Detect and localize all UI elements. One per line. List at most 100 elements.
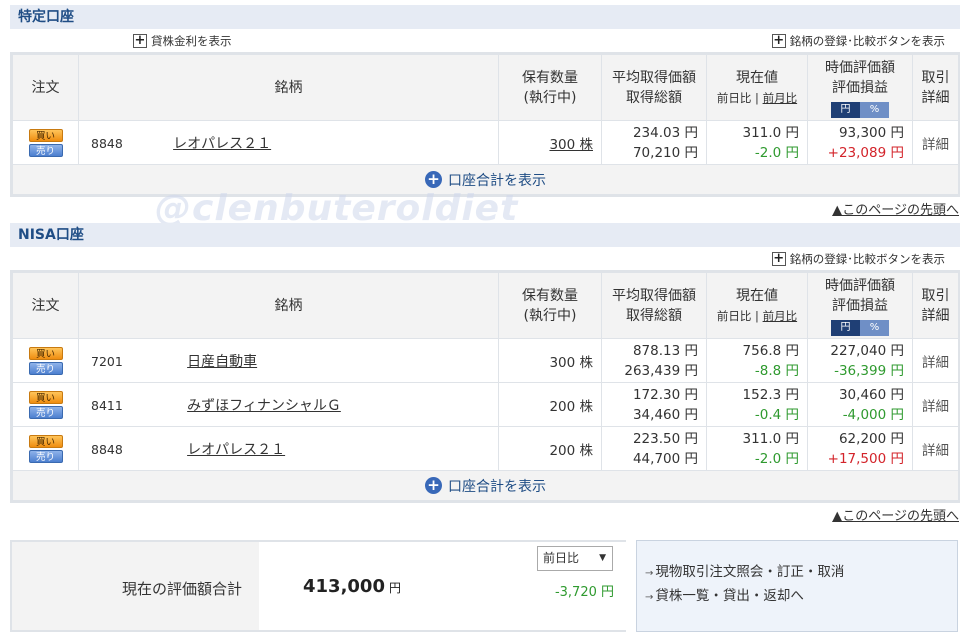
page-top-link[interactable]: ▲このページの先頭へ (832, 199, 959, 218)
show-account-total-button[interactable]: + 口座合計を表示 (425, 170, 546, 190)
sort-day-change[interactable]: 前日比 (717, 91, 752, 105)
nisa-section-title: NISA口座 (10, 223, 960, 247)
arrow-right-icon: → (645, 568, 654, 579)
stock-name-link[interactable]: レオパレス２１ (187, 442, 285, 458)
order-cell: 買い 売り (12, 426, 79, 471)
current-price-cell: 756.8 円 -8.8 円 (706, 338, 808, 383)
sort-day-change[interactable]: 前日比 (717, 309, 752, 323)
header-qty: 保有数量 (執行中) (498, 272, 602, 339)
sort-month-change[interactable]: 前月比 (763, 91, 798, 105)
show-lending-rate-label: 貸株金利を表示 (151, 34, 232, 48)
current-price-cell: 152.3 円 -0.4 円 (706, 382, 808, 427)
qty-cell: 200 株 (498, 382, 602, 427)
tokutei-holdings-table: 注文 銘柄 保有数量 (執行中) 平均取得価額 取得総額 現在値 前日比 | 前月比… (10, 52, 960, 197)
valuation-cell: 30,460 円 -4,000 円 (807, 382, 913, 427)
header-avg-price: 平均取得価額 取得総額 (601, 54, 707, 121)
header-detail: 取引 詳細 (912, 54, 959, 121)
toggle-yen[interactable]: 円 (831, 319, 860, 336)
total-change: -3,720 円 (554, 585, 614, 600)
table-header-row: 注文 銘柄 保有数量 (執行中) 平均取得価額 取得総額 現在値 前日比 | 前月比… (12, 54, 959, 121)
current-price-cell: 311.0 円 -2.0 円 (706, 426, 808, 471)
stock-name-link[interactable]: みずほフィナンシャルＧ (187, 398, 341, 414)
toggle-percent[interactable]: % (860, 101, 889, 118)
sell-button[interactable]: 売り (28, 405, 63, 419)
detail-link[interactable]: 詳細 (912, 426, 959, 471)
stock-cell: 8411 みずほフィナンシャルＧ (78, 382, 499, 427)
buy-button[interactable]: 買い (28, 434, 63, 448)
order-inquiry-link[interactable]: → 現物取引注文照会・訂正・取消 (645, 561, 957, 585)
order-cell: 買い 売り (12, 338, 79, 383)
valuation-cell: 62,200 円 +17,500 円 (807, 426, 913, 471)
current-price-cell: 311.0 円 -2.0 円 (706, 120, 808, 165)
stock-name-link[interactable]: 日産自動車 (187, 354, 257, 370)
total-valuation: 413,000 円 (303, 576, 401, 597)
plus-icon: + (771, 33, 786, 48)
header-valuation: 時価評価額 評価損益 円% (807, 54, 913, 121)
valuation-summary: 現在の評価額合計 413,000 円 前日比 ▼ -3,720 円 (10, 540, 626, 632)
qty-cell: 300 株 (498, 338, 602, 383)
buy-button[interactable]: 買い (28, 128, 63, 142)
header-avg-price: 平均取得価額 取得総額 (601, 272, 707, 339)
show-account-total-button[interactable]: + 口座合計を表示 (425, 476, 546, 496)
header-detail: 取引 詳細 (912, 272, 959, 339)
lending-list-link[interactable]: → 貸株一覧・貸出・返却へ (645, 585, 957, 609)
buy-button[interactable]: 買い (28, 346, 63, 360)
yen-percent-toggle[interactable]: 円% (831, 101, 889, 118)
comparison-select[interactable]: 前日比 ▼ (537, 546, 613, 571)
toggle-percent[interactable]: % (860, 319, 889, 336)
sell-button[interactable]: 売り (28, 361, 63, 375)
arrow-right-icon: → (645, 592, 654, 603)
summary-label: 現在の評価額合計 (122, 580, 243, 598)
valuation-cell: 93,300 円 +23,089 円 (807, 120, 913, 165)
header-order: 注文 (12, 54, 79, 121)
nisa-register-compare-link[interactable]: + 銘柄の登録･比較ボタンを表示 (771, 251, 945, 267)
qty-cell: 300 株 (498, 120, 602, 165)
detail-link[interactable]: 詳細 (912, 382, 959, 427)
header-current-price: 現在値 前日比 | 前月比 (706, 54, 808, 121)
detail-link[interactable]: 詳細 (912, 338, 959, 383)
show-lending-rate-link[interactable]: + 貸株金利を表示 (133, 33, 232, 49)
table-row: 買い 売り 8848 レオパレス２１ 300 株 234.03 円 70,210 … (12, 120, 959, 165)
qty-cell: 200 株 (498, 426, 602, 471)
stock-cell: 7201 日産自動車 (78, 338, 499, 383)
avg-price-cell: 234.03 円 70,210 円 (601, 120, 707, 165)
avg-price-cell: 878.13 円 263,439 円 (601, 338, 707, 383)
table-row: 買い 売り 8848 レオパレス２１ 200 株 223.50 円 44,700 … (12, 426, 959, 471)
table-row: 買い 売り 7201 日産自動車 300 株 878.13 円 263,439 円… (12, 338, 959, 383)
header-order: 注文 (12, 272, 79, 339)
related-links: → 現物取引注文照会・訂正・取消 → 貸株一覧・貸出・返却へ (636, 540, 958, 632)
sell-button[interactable]: 売り (28, 449, 63, 463)
stock-code: 8848 (91, 135, 123, 151)
header-current-price: 現在値 前日比 | 前月比 (706, 272, 808, 339)
total-row: + 口座合計を表示 (12, 164, 959, 195)
sell-button[interactable]: 売り (28, 143, 63, 157)
qty-link[interactable]: 300 株 (549, 137, 593, 153)
table-row: 買い 売り 8411 みずほフィナンシャルＧ 200 株 172.30 円 34,… (12, 382, 959, 427)
header-valuation: 時価評価額 評価損益 円% (807, 272, 913, 339)
sort-month-change[interactable]: 前月比 (763, 309, 798, 323)
toggle-yen[interactable]: 円 (831, 101, 860, 118)
tokutei-register-compare-link[interactable]: + 銘柄の登録･比較ボタンを表示 (771, 33, 945, 49)
tokutei-section-title: 特定口座 (10, 5, 960, 29)
detail-link[interactable]: 詳細 (912, 120, 959, 165)
plus-icon: + (133, 33, 147, 48)
circle-plus-icon: + (425, 477, 442, 494)
nisa-holdings-table: 注文 銘柄 保有数量 (執行中) 平均取得価額 取得総額 現在値 前日比 | 前月比… (10, 270, 960, 503)
register-compare-label: 銘柄の登録･比較ボタンを表示 (789, 34, 945, 48)
yen-percent-toggle[interactable]: 円% (831, 319, 889, 336)
order-cell: 買い 売り (12, 382, 79, 427)
buy-button[interactable]: 買い (28, 390, 63, 404)
stock-code: 8411 (91, 397, 123, 413)
order-cell: 買い 売り (12, 120, 79, 165)
circle-plus-icon: + (425, 171, 442, 188)
stock-code: 8848 (91, 441, 123, 457)
stock-code: 7201 (91, 353, 123, 369)
dropdown-arrow-icon: ▼ (599, 553, 606, 563)
avg-price-cell: 223.50 円 44,700 円 (601, 426, 707, 471)
page-top-link[interactable]: ▲このページの先頭へ (832, 505, 959, 524)
plus-icon: + (771, 251, 786, 266)
stock-cell: 8848 レオパレス２１ (78, 426, 499, 471)
stock-name-link[interactable]: レオパレス２１ (173, 136, 271, 152)
header-qty: 保有数量 (執行中) (498, 54, 602, 121)
register-compare-label: 銘柄の登録･比較ボタンを表示 (789, 252, 945, 266)
